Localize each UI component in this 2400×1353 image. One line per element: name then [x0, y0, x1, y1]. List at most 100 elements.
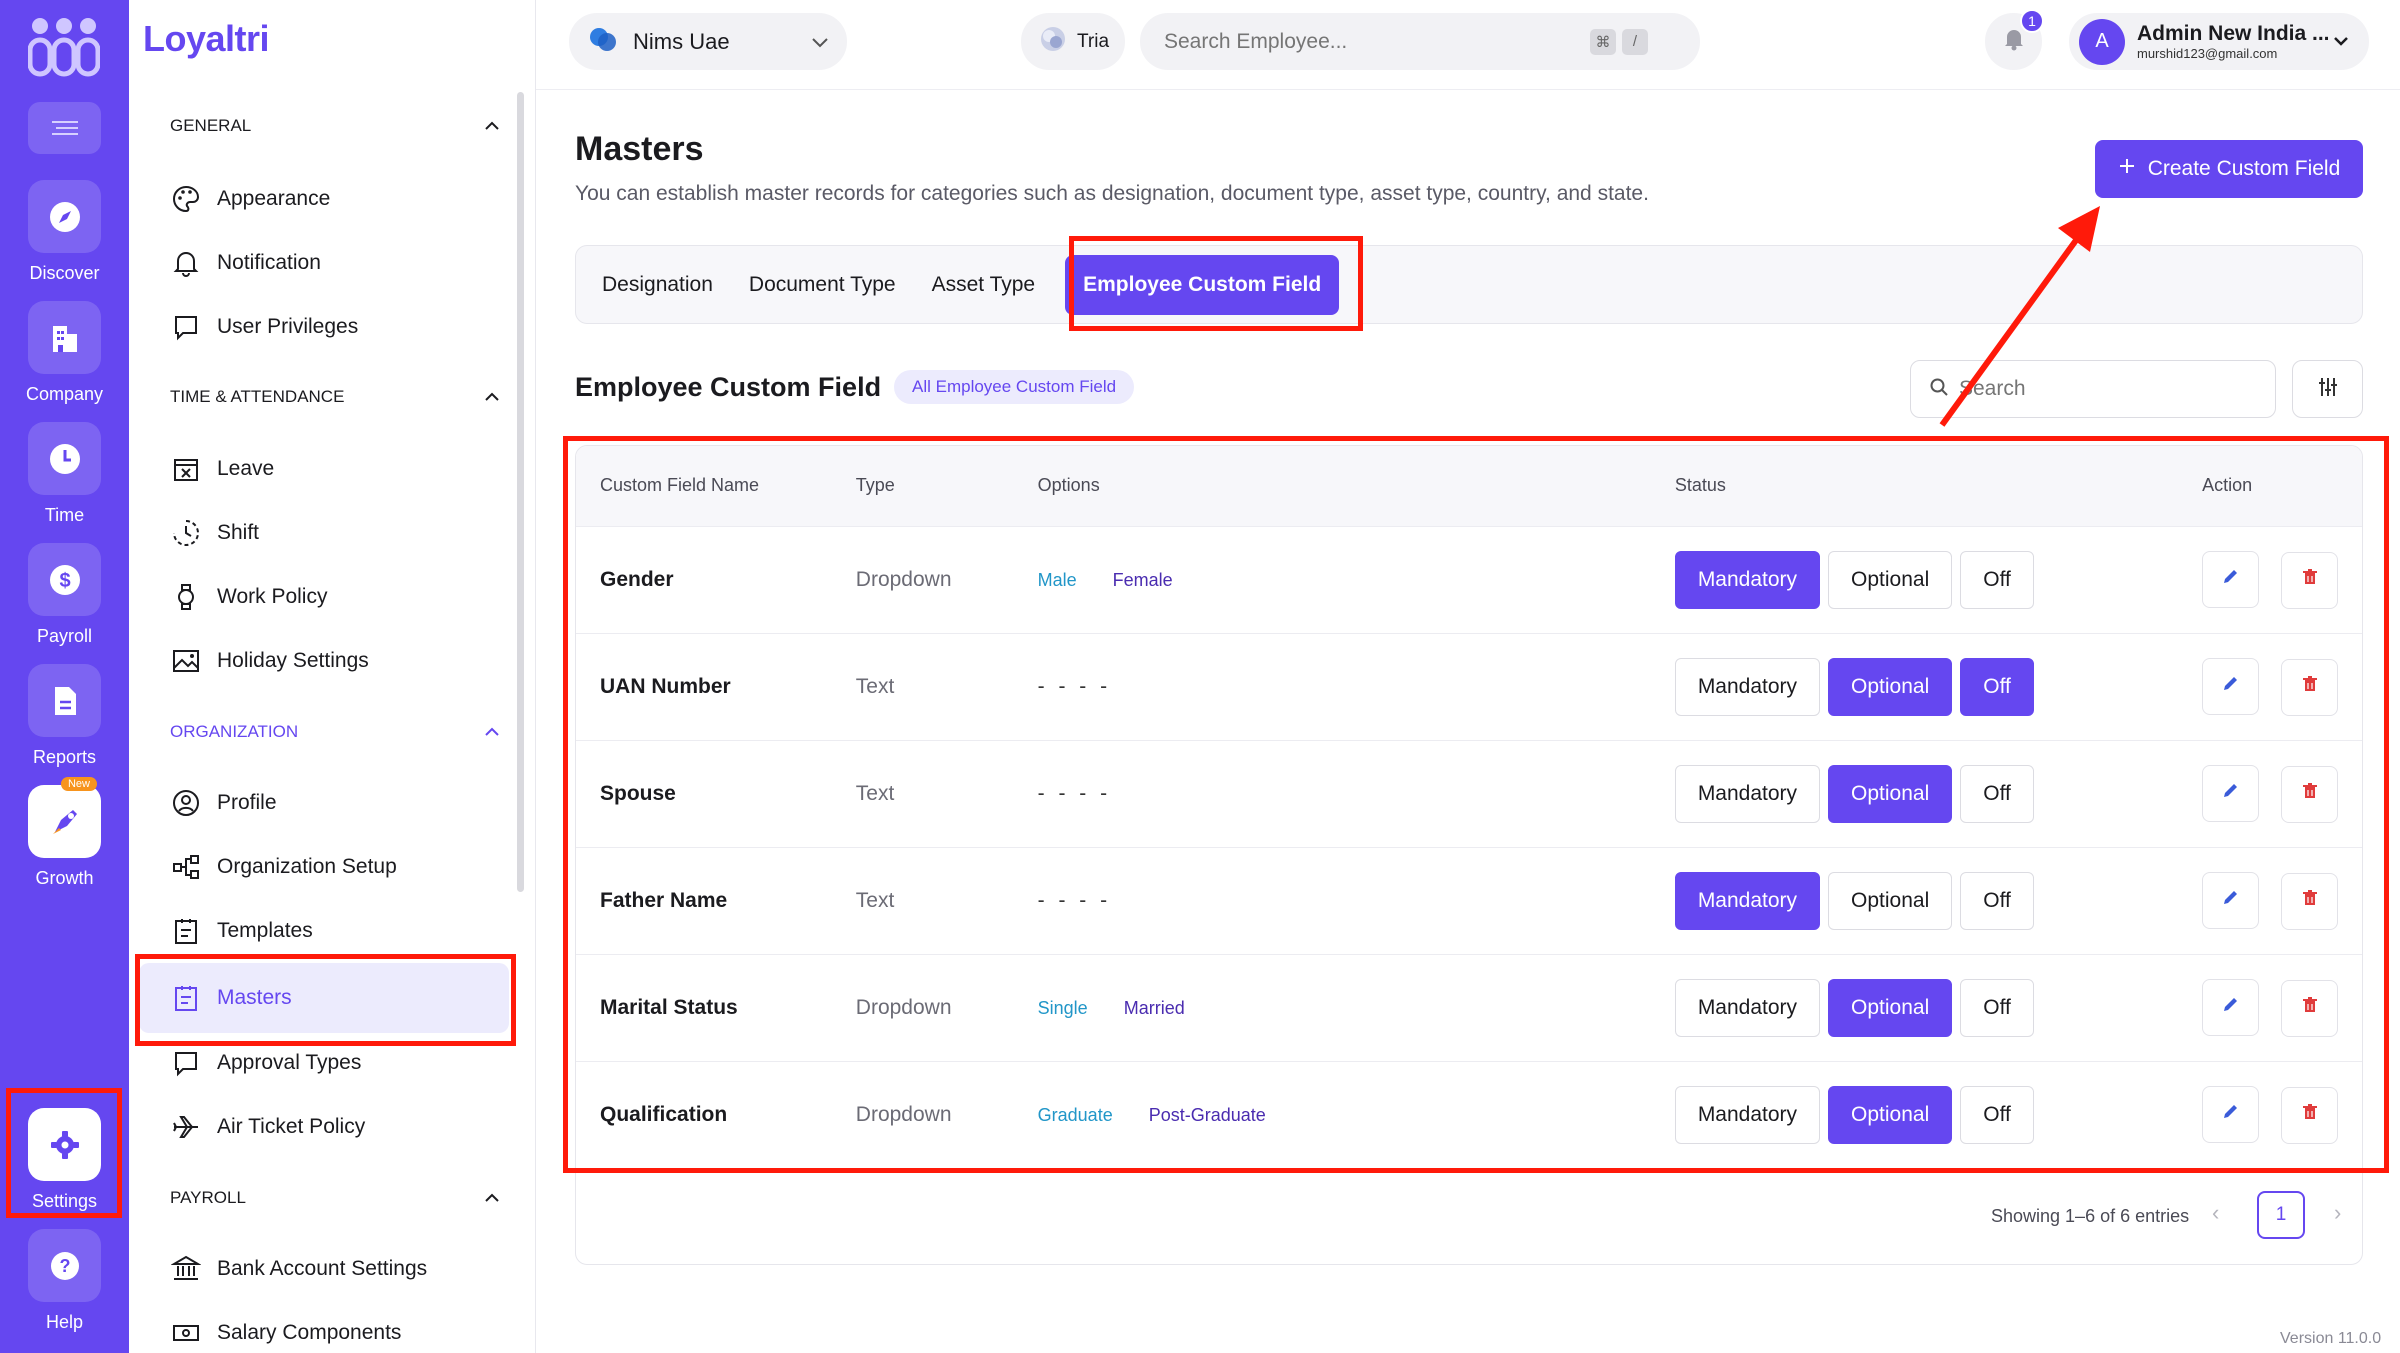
status-mandatory-button[interactable]: Mandatory: [1674, 871, 1821, 930]
table-search-input[interactable]: [1959, 377, 2249, 401]
nav-item-salary-components[interactable]: Salary Components: [169, 1308, 489, 1353]
status-off-button[interactable]: Off: [1960, 1085, 2034, 1144]
rail-item-growth[interactable]: New Growth: [0, 777, 129, 889]
privileges-icon: [169, 310, 203, 344]
nav-item-profile[interactable]: Profile: [169, 778, 489, 828]
nav-scrollbar[interactable]: [517, 92, 524, 892]
menu-lines-icon[interactable]: [28, 102, 101, 154]
employee-search[interactable]: ⌘ /: [1140, 13, 1700, 70]
filter-chip[interactable]: All Employee Custom Field: [894, 370, 1135, 404]
edit-button[interactable]: [2202, 871, 2260, 929]
chevron-left-icon[interactable]: ‹: [2212, 1200, 2219, 1226]
user-menu[interactable]: A Admin New India ... murshid123@gmail.c…: [2069, 13, 2369, 70]
nav-item-label: Air Ticket Policy: [217, 1115, 366, 1138]
rail-item-help[interactable]: ? Help: [0, 1229, 129, 1333]
app-logo-icon[interactable]: [27, 16, 101, 78]
status-mandatory-button[interactable]: Mandatory: [1674, 764, 1821, 823]
status-mandatory-button[interactable]: Mandatory: [1674, 657, 1821, 716]
tria-assistant-button[interactable]: Tria: [1021, 13, 1125, 70]
column-filter-button[interactable]: [2292, 360, 2363, 418]
edit-button[interactable]: [2202, 550, 2260, 608]
nav-item-organization-setup[interactable]: Organization Setup: [169, 842, 489, 892]
action-cell: [2178, 526, 2362, 634]
status-off-button[interactable]: Off: [1960, 978, 2034, 1037]
delete-button[interactable]: [2281, 872, 2339, 930]
building-icon: [28, 301, 101, 374]
section-time-attendance[interactable]: TIME & ATTENDANCE: [170, 387, 500, 407]
delete-button[interactable]: [2281, 1086, 2339, 1144]
nav-item-label: Leave: [217, 457, 275, 480]
status-optional-button[interactable]: Optional: [1828, 978, 1953, 1037]
status-off-button[interactable]: Off: [1960, 871, 2034, 930]
rail-item-payroll[interactable]: $ Payroll: [0, 543, 129, 647]
empty-options: - - - -: [1037, 674, 1112, 698]
status-mandatory-button[interactable]: Mandatory: [1674, 978, 1821, 1037]
rail-item-time[interactable]: Time: [0, 422, 129, 526]
table-row: Father Name Text - - - - Mandatory Optional O…: [576, 847, 2362, 955]
tab-document-type[interactable]: Document Type: [735, 255, 910, 315]
status-optional-button[interactable]: Optional: [1828, 871, 1953, 930]
table-search[interactable]: [1910, 360, 2276, 418]
rail-item-company[interactable]: Company: [0, 301, 129, 405]
trash-icon: [2301, 996, 2319, 1020]
nav-item-holiday-settings[interactable]: Holiday Settings: [169, 636, 489, 686]
option-tag: Male: [1037, 569, 1077, 590]
calendar-x-icon: [169, 452, 203, 486]
section-general[interactable]: GENERAL: [170, 116, 500, 136]
delete-button[interactable]: [2281, 551, 2339, 609]
nav-item-approval-types[interactable]: Approval Types: [169, 1038, 489, 1088]
tab-employee-custom-field[interactable]: Employee Custom Field: [1065, 254, 1340, 315]
status-mandatory-button[interactable]: Mandatory: [1674, 1085, 1821, 1144]
pagination-page[interactable]: 1: [2257, 1191, 2305, 1239]
option-tag: Single: [1037, 997, 1088, 1018]
section-organization[interactable]: ORGANIZATION: [170, 722, 500, 742]
status-off-button[interactable]: Off: [1960, 550, 2034, 609]
rail-item-discover[interactable]: Discover: [0, 180, 129, 284]
status-optional-button[interactable]: Optional: [1828, 550, 1953, 609]
organization-selector[interactable]: Nims Uae: [569, 13, 847, 70]
edit-button[interactable]: [2202, 978, 2260, 1036]
nav-item-air-ticket-policy[interactable]: Air Ticket Policy: [169, 1102, 489, 1152]
nav-item-work-policy[interactable]: Work Policy: [169, 572, 489, 622]
action-cell: [2178, 954, 2362, 1062]
nav-item-templates[interactable]: Templates: [169, 906, 489, 956]
nav-item-user-privileges[interactable]: User Privileges: [169, 302, 489, 352]
section-payroll[interactable]: PAYROLL: [170, 1188, 500, 1208]
edit-button[interactable]: [2202, 1085, 2260, 1143]
tria-orb-icon: [1039, 25, 1067, 59]
notification-count-badge: 1: [2020, 9, 2044, 33]
status-optional-button[interactable]: Optional: [1828, 657, 1953, 716]
status-optional-button[interactable]: Optional: [1828, 764, 1953, 823]
nav-item-appearance[interactable]: Appearance: [169, 174, 489, 224]
tab-designation[interactable]: Designation: [588, 255, 727, 315]
edit-button[interactable]: [2202, 764, 2260, 822]
status-optional-button[interactable]: Optional: [1828, 1085, 1953, 1144]
status-off-button[interactable]: Off: [1960, 764, 2034, 823]
status-mandatory-button[interactable]: Mandatory: [1674, 550, 1821, 609]
nav-item-shift[interactable]: Shift: [169, 508, 489, 558]
rail-item-settings[interactable]: Settings: [0, 1108, 129, 1212]
option-tag: Post-Graduate: [1148, 1104, 1266, 1125]
tab-asset-type[interactable]: Asset Type: [918, 255, 1050, 315]
options-cell: Graduate Post-Graduate: [1013, 1061, 1651, 1169]
rail-item-reports[interactable]: Reports: [0, 664, 129, 768]
nav-item-notification[interactable]: Notification: [169, 238, 489, 288]
nav-item-bank-account-settings[interactable]: Bank Account Settings: [169, 1244, 489, 1294]
delete-button[interactable]: [2281, 765, 2339, 823]
status-off-button[interactable]: Off: [1960, 657, 2034, 716]
employee-search-input[interactable]: [1164, 29, 1584, 54]
nav-item-leave[interactable]: Leave: [169, 444, 489, 494]
pencil-icon: [2221, 673, 2241, 699]
pencil-icon: [2221, 1101, 2241, 1127]
nav-item-label: Masters: [217, 986, 292, 1009]
nav-item-masters[interactable]: Masters: [139, 963, 509, 1033]
create-custom-field-button[interactable]: Create Custom Field: [2095, 140, 2363, 198]
page-subtitle: You can establish master records for cat…: [575, 182, 1649, 205]
delete-button[interactable]: [2281, 979, 2339, 1037]
chevron-right-icon[interactable]: ›: [2334, 1200, 2341, 1226]
delete-button[interactable]: [2281, 658, 2339, 716]
user-email: murshid123@gmail.com: [2137, 46, 2278, 61]
rail-label: Reports: [32, 747, 97, 767]
edit-button[interactable]: [2202, 657, 2260, 715]
notification-button[interactable]: 1: [1985, 9, 2044, 70]
